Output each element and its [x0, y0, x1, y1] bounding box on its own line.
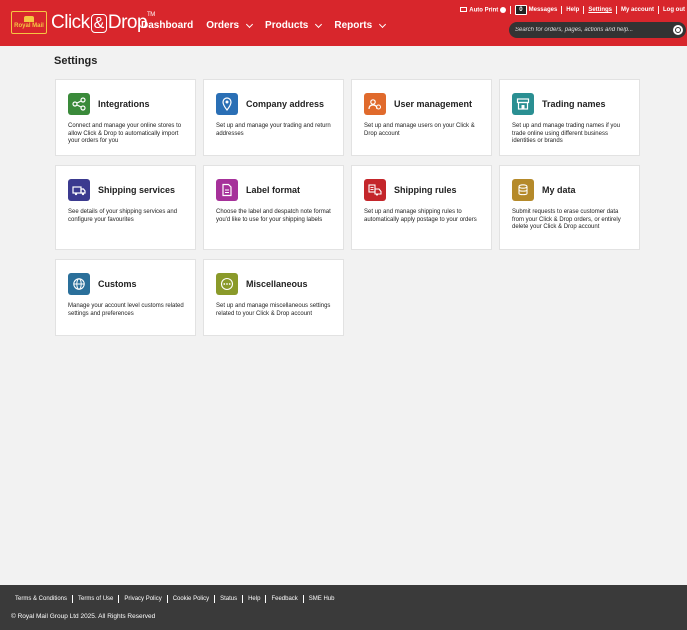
card-title: Miscellaneous: [246, 279, 308, 289]
chevron-down-icon: [245, 20, 254, 28]
help-link[interactable]: Help: [566, 7, 579, 13]
divider: [214, 595, 216, 603]
chevron-down-icon: [379, 20, 387, 28]
gear-icon: [500, 6, 507, 13]
my-account-link[interactable]: My account: [621, 7, 654, 13]
main-nav: Dashboard Orders Products Reports: [141, 20, 387, 31]
log-out-link[interactable]: Log out: [663, 7, 685, 13]
globe-icon: [68, 273, 90, 295]
auto-print-link[interactable]: Auto Print: [460, 6, 507, 13]
nav-orders[interactable]: Orders: [206, 20, 254, 31]
divider: [72, 595, 74, 603]
truck-icon: [68, 179, 90, 201]
card-title: Customs: [98, 279, 137, 289]
top-links: Auto Print 0 Messages Help Settings My ac…: [460, 5, 685, 15]
search-input[interactable]: [515, 24, 665, 36]
card-description: Set up and manage trading names if you t…: [512, 123, 621, 145]
footer-link-status[interactable]: Status: [220, 596, 237, 602]
location-pin-icon: [216, 93, 238, 115]
card-title: Integrations: [98, 99, 150, 109]
footer-link-terms-conditions[interactable]: Terms & Conditions: [15, 596, 67, 602]
card-description: Set up and manage users on your Click & …: [364, 123, 475, 137]
settings-card-user-management[interactable]: User management Set up and manage users …: [351, 79, 492, 156]
footer-link-sme-hub[interactable]: SME Hub: [309, 596, 335, 602]
settings-card-company-address[interactable]: Company address Set up and manage your t…: [203, 79, 344, 156]
divider: [561, 6, 563, 14]
app-brand[interactable]: Click & DropTM: [51, 12, 155, 34]
card-title: Shipping services: [98, 185, 176, 195]
divider: [615, 6, 617, 14]
integrations-icon: [68, 93, 90, 115]
card-title: Shipping rules: [394, 185, 457, 195]
footer-link-terms-of-use[interactable]: Terms of Use: [78, 596, 113, 602]
settings-card-shipping-rules[interactable]: Shipping rules Set up and manage shippin…: [351, 165, 492, 250]
page-title: Settings: [54, 55, 98, 67]
card-description: See details of your shipping services an…: [68, 209, 178, 223]
divider: [166, 595, 168, 603]
footer-link-cookie-policy[interactable]: Cookie Policy: [173, 596, 209, 602]
shop-icon: [512, 93, 534, 115]
printer-icon: [460, 7, 468, 13]
rules-truck-icon: [364, 179, 386, 201]
card-description: Set up and manage shipping rules to auto…: [364, 209, 477, 223]
divider: [118, 595, 120, 603]
footer-link-privacy-policy[interactable]: Privacy Policy: [124, 596, 161, 602]
card-description: Submit requests to erase customer data f…: [512, 209, 621, 231]
card-description: Set up and manage your trading and retur…: [216, 123, 331, 137]
card-title: User management: [394, 99, 473, 109]
card-description: Manage your account level customs relate…: [68, 303, 184, 317]
top-header: Royal Mail Click & DropTM Dashboard Orders…: [0, 0, 687, 46]
footer-links: Terms & Conditions Terms of Use Privacy …: [15, 595, 334, 603]
divider: [265, 595, 267, 603]
card-title: My data: [542, 185, 576, 195]
settings-card-my-data[interactable]: My data Submit requests to erase custome…: [499, 165, 640, 250]
card-title: Trading names: [542, 99, 606, 109]
divider: [302, 595, 304, 603]
copyright-text: © Royal Mail Group Ltd 2025. All Rights …: [11, 613, 156, 620]
settings-card-customs[interactable]: Customs Manage your account level custom…: [55, 259, 196, 336]
divider: [583, 6, 585, 14]
divider: [510, 6, 512, 14]
settings-card-integrations[interactable]: Integrations Connect and manage your onl…: [55, 79, 196, 156]
chevron-down-icon: [315, 20, 323, 28]
database-icon: [512, 179, 534, 201]
settings-card-trading-names[interactable]: Trading names Set up and manage trading …: [499, 79, 640, 156]
settings-card-miscellaneous[interactable]: Miscellaneous Set up and manage miscella…: [203, 259, 344, 336]
card-description: Choose the label and despatch note forma…: [216, 209, 331, 223]
divider: [242, 595, 244, 603]
footer-link-help[interactable]: Help: [248, 596, 260, 602]
settings-card-shipping-services[interactable]: Shipping services See details of your sh…: [55, 165, 196, 250]
message-count-badge: 0: [515, 5, 527, 15]
card-description: Connect and manage your online stores to…: [68, 123, 182, 145]
royal-mail-logo[interactable]: Royal Mail: [11, 11, 47, 34]
card-title: Label format: [246, 185, 301, 195]
settings-link[interactable]: Settings: [588, 7, 612, 13]
search-bar: [509, 22, 686, 38]
nav-products[interactable]: Products: [265, 20, 323, 31]
nav-dashboard[interactable]: Dashboard: [141, 20, 193, 31]
users-icon: [364, 93, 386, 115]
more-icon: [216, 273, 238, 295]
card-title: Company address: [246, 99, 325, 109]
nav-reports[interactable]: Reports: [334, 20, 387, 31]
messages-link[interactable]: 0 Messages: [515, 5, 557, 15]
search-icon[interactable]: [673, 25, 683, 35]
divider: [658, 6, 659, 14]
document-icon: [216, 179, 238, 201]
footer: Terms & Conditions Terms of Use Privacy …: [0, 585, 687, 630]
settings-card-label-format[interactable]: Label format Choose the label and despat…: [203, 165, 344, 250]
crown-icon: [24, 16, 34, 22]
card-description: Set up and manage miscellaneous settings…: [216, 303, 331, 317]
footer-link-feedback[interactable]: Feedback: [271, 596, 297, 602]
